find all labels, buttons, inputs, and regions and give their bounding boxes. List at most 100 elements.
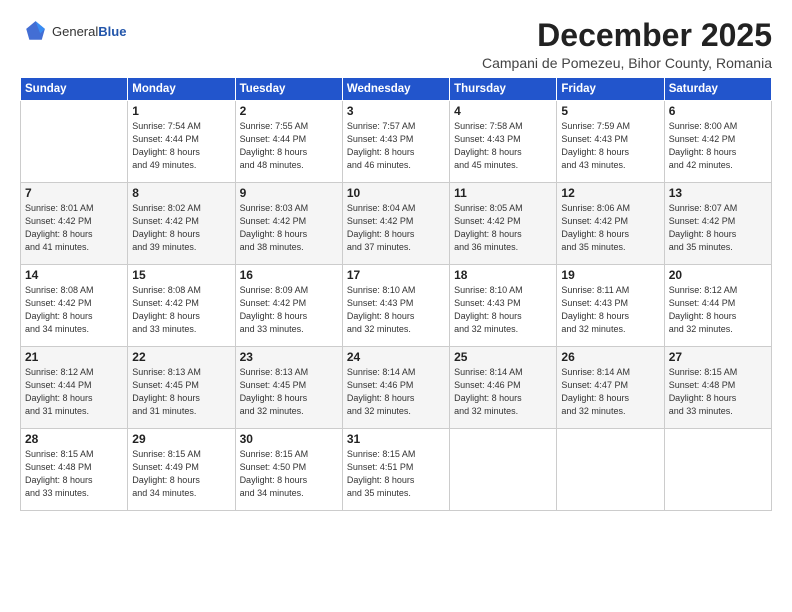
day-info: Sunrise: 8:14 AM Sunset: 4:46 PM Dayligh… <box>454 366 552 418</box>
calendar-week-row: 7Sunrise: 8:01 AM Sunset: 4:42 PM Daylig… <box>21 183 772 265</box>
day-number: 19 <box>561 268 659 282</box>
weekday-header: Monday <box>128 78 235 101</box>
day-number: 20 <box>669 268 767 282</box>
day-number: 29 <box>132 432 230 446</box>
day-number: 27 <box>669 350 767 364</box>
day-info: Sunrise: 8:04 AM Sunset: 4:42 PM Dayligh… <box>347 202 445 254</box>
day-number: 31 <box>347 432 445 446</box>
calendar-cell: 25 Sunrise: 8:14 AM Sunset: 4:46 PM Dayli… <box>450 347 557 429</box>
day-number: 7 <box>25 186 123 200</box>
day-info: Sunrise: 8:05 AM Sunset: 4:42 PM Dayligh… <box>454 202 552 254</box>
calendar-cell: 20 Sunrise: 8:12 AM Sunset: 4:44 PM Dayli… <box>664 265 771 347</box>
day-number: 3 <box>347 104 445 118</box>
logo: GeneralBlue <box>20 18 126 46</box>
calendar-week-row: 21Sunrise: 8:12 AM Sunset: 4:44 PM Dayli… <box>21 347 772 429</box>
calendar-cell <box>664 429 771 511</box>
calendar-week-row: 28 Sunrise: 8:15 AM Sunset: 4:48 PM Dayli… <box>21 429 772 511</box>
day-number: 12 <box>561 186 659 200</box>
day-number: 14 <box>25 268 123 282</box>
day-info: Sunrise: 7:55 AM Sunset: 4:44 PM Dayligh… <box>240 120 338 172</box>
day-number: 25 <box>454 350 552 364</box>
day-info: Sunrise: 8:10 AM Sunset: 4:43 PM Dayligh… <box>347 284 445 336</box>
day-number: 23 <box>240 350 338 364</box>
calendar-cell: 10 Sunrise: 8:04 AM Sunset: 4:42 PM Dayli… <box>342 183 449 265</box>
calendar-cell: 15 Sunrise: 8:08 AM Sunset: 4:42 PM Dayli… <box>128 265 235 347</box>
logo-icon <box>20 18 48 46</box>
day-number: 2 <box>240 104 338 118</box>
day-info: Sunrise: 8:03 AM Sunset: 4:42 PM Dayligh… <box>240 202 338 254</box>
calendar-cell: 2 Sunrise: 7:55 AM Sunset: 4:44 PM Daylig… <box>235 101 342 183</box>
weekday-header: Thursday <box>450 78 557 101</box>
logo-general: General <box>52 24 98 39</box>
calendar-cell: 9 Sunrise: 8:03 AM Sunset: 4:42 PM Daylig… <box>235 183 342 265</box>
calendar-cell: 30 Sunrise: 8:15 AM Sunset: 4:50 PM Dayli… <box>235 429 342 511</box>
day-number: 17 <box>347 268 445 282</box>
day-info: Sunrise: 8:07 AM Sunset: 4:42 PM Dayligh… <box>669 202 767 254</box>
calendar-cell: 11 Sunrise: 8:05 AM Sunset: 4:42 PM Dayli… <box>450 183 557 265</box>
calendar-cell: 18 Sunrise: 8:10 AM Sunset: 4:43 PM Dayli… <box>450 265 557 347</box>
weekday-header: Friday <box>557 78 664 101</box>
title-block: December 2025 Campani de Pomezeu, Bihor … <box>482 18 772 71</box>
day-number: 21 <box>25 350 123 364</box>
calendar-cell: 8 Sunrise: 8:02 AM Sunset: 4:42 PM Daylig… <box>128 183 235 265</box>
weekday-header: Sunday <box>21 78 128 101</box>
calendar-cell: 1Sunrise: 7:54 AM Sunset: 4:44 PM Daylig… <box>128 101 235 183</box>
day-info: Sunrise: 8:08 AM Sunset: 4:42 PM Dayligh… <box>132 284 230 336</box>
day-number: 16 <box>240 268 338 282</box>
calendar-cell: 23 Sunrise: 8:13 AM Sunset: 4:45 PM Dayli… <box>235 347 342 429</box>
day-info: Sunrise: 8:09 AM Sunset: 4:42 PM Dayligh… <box>240 284 338 336</box>
calendar-cell <box>21 101 128 183</box>
day-info: Sunrise: 8:00 AM Sunset: 4:42 PM Dayligh… <box>669 120 767 172</box>
day-number: 6 <box>669 104 767 118</box>
day-info: Sunrise: 8:06 AM Sunset: 4:42 PM Dayligh… <box>561 202 659 254</box>
day-number: 24 <box>347 350 445 364</box>
day-number: 13 <box>669 186 767 200</box>
day-number: 15 <box>132 268 230 282</box>
day-info: Sunrise: 7:57 AM Sunset: 4:43 PM Dayligh… <box>347 120 445 172</box>
day-number: 4 <box>454 104 552 118</box>
calendar-cell: 6 Sunrise: 8:00 AM Sunset: 4:42 PM Daylig… <box>664 101 771 183</box>
calendar-cell: 27Sunrise: 8:15 AM Sunset: 4:48 PM Dayli… <box>664 347 771 429</box>
calendar-cell <box>450 429 557 511</box>
page: GeneralBlue December 2025 Campani de Pom… <box>0 0 792 612</box>
day-info: Sunrise: 8:13 AM Sunset: 4:45 PM Dayligh… <box>240 366 338 418</box>
calendar-cell: 16 Sunrise: 8:09 AM Sunset: 4:42 PM Dayli… <box>235 265 342 347</box>
logo-blue: Blue <box>98 24 126 39</box>
day-info: Sunrise: 8:15 AM Sunset: 4:48 PM Dayligh… <box>25 448 123 500</box>
calendar-cell: 31 Sunrise: 8:15 AM Sunset: 4:51 PM Dayli… <box>342 429 449 511</box>
weekday-header: Saturday <box>664 78 771 101</box>
day-info: Sunrise: 8:15 AM Sunset: 4:51 PM Dayligh… <box>347 448 445 500</box>
day-number: 8 <box>132 186 230 200</box>
calendar-cell: 5Sunrise: 7:59 AM Sunset: 4:43 PM Daylig… <box>557 101 664 183</box>
calendar-cell: 19 Sunrise: 8:11 AM Sunset: 4:43 PM Dayli… <box>557 265 664 347</box>
day-info: Sunrise: 8:15 AM Sunset: 4:50 PM Dayligh… <box>240 448 338 500</box>
calendar-cell: 22Sunrise: 8:13 AM Sunset: 4:45 PM Dayli… <box>128 347 235 429</box>
day-info: Sunrise: 7:58 AM Sunset: 4:43 PM Dayligh… <box>454 120 552 172</box>
day-info: Sunrise: 8:14 AM Sunset: 4:47 PM Dayligh… <box>561 366 659 418</box>
day-number: 11 <box>454 186 552 200</box>
calendar-cell: 7Sunrise: 8:01 AM Sunset: 4:42 PM Daylig… <box>21 183 128 265</box>
month-title: December 2025 <box>482 18 772 53</box>
day-number: 9 <box>240 186 338 200</box>
calendar: SundayMondayTuesdayWednesdayThursdayFrid… <box>20 77 772 511</box>
day-number: 10 <box>347 186 445 200</box>
calendar-cell: 12 Sunrise: 8:06 AM Sunset: 4:42 PM Dayli… <box>557 183 664 265</box>
day-info: Sunrise: 8:10 AM Sunset: 4:43 PM Dayligh… <box>454 284 552 336</box>
calendar-cell: 24Sunrise: 8:14 AM Sunset: 4:46 PM Dayli… <box>342 347 449 429</box>
calendar-week-row: 14 Sunrise: 8:08 AM Sunset: 4:42 PM Dayli… <box>21 265 772 347</box>
calendar-cell: 4 Sunrise: 7:58 AM Sunset: 4:43 PM Daylig… <box>450 101 557 183</box>
day-number: 28 <box>25 432 123 446</box>
day-number: 1 <box>132 104 230 118</box>
day-info: Sunrise: 8:12 AM Sunset: 4:44 PM Dayligh… <box>669 284 767 336</box>
calendar-cell: 17 Sunrise: 8:10 AM Sunset: 4:43 PM Dayli… <box>342 265 449 347</box>
day-info: Sunrise: 7:59 AM Sunset: 4:43 PM Dayligh… <box>561 120 659 172</box>
calendar-cell: 26Sunrise: 8:14 AM Sunset: 4:47 PM Dayli… <box>557 347 664 429</box>
day-number: 30 <box>240 432 338 446</box>
day-number: 18 <box>454 268 552 282</box>
location-title: Campani de Pomezeu, Bihor County, Romani… <box>482 55 772 71</box>
day-info: Sunrise: 8:11 AM Sunset: 4:43 PM Dayligh… <box>561 284 659 336</box>
weekday-header-row: SundayMondayTuesdayWednesdayThursdayFrid… <box>21 78 772 101</box>
day-info: Sunrise: 8:15 AM Sunset: 4:49 PM Dayligh… <box>132 448 230 500</box>
calendar-cell: 13 Sunrise: 8:07 AM Sunset: 4:42 PM Dayli… <box>664 183 771 265</box>
day-info: Sunrise: 8:02 AM Sunset: 4:42 PM Dayligh… <box>132 202 230 254</box>
